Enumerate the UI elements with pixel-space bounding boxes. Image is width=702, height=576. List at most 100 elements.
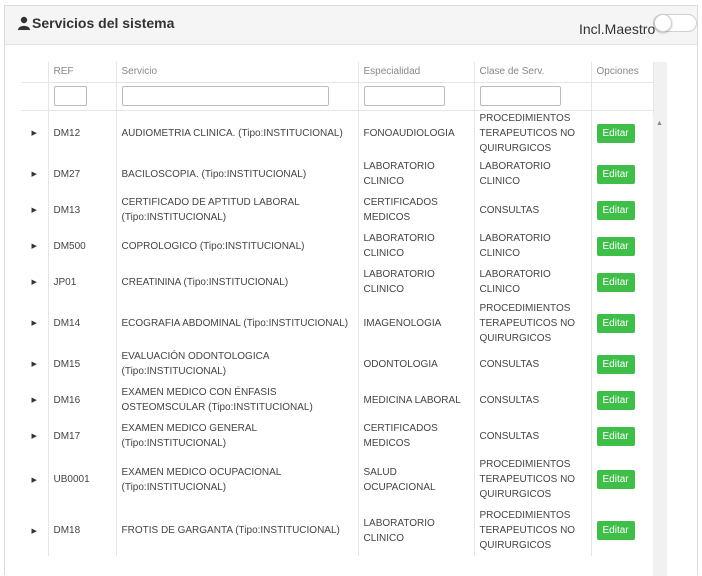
expand-arrow-icon[interactable]: ▶ — [32, 320, 37, 327]
filter-ref-input[interactable] — [53, 86, 87, 106]
expand-row-cell[interactable]: ▶ — [21, 192, 49, 228]
cell-servicio: AUDIOMETRIA CLINICA. (Tipo:INSTITUCIONAL… — [115, 110, 359, 156]
table-row[interactable]: ▶ DM18 FROTIS DE GARGANTA (Tipo:INSTITUCIO… — [21, 505, 667, 556]
cell-clase: LABORATORIO CLINICO — [473, 264, 592, 300]
table-row[interactable]: ▶ DM13 CERTIFICADO DE APTITUD LABORAL (Tip… — [21, 192, 667, 228]
cell-ref: DM16 — [47, 382, 117, 418]
filter-clase-input[interactable] — [479, 86, 561, 106]
cell-ref: DM500 — [47, 228, 117, 264]
header-especialidad[interactable]: Especialidad — [357, 62, 475, 83]
cell-opciones: Editar — [590, 192, 654, 228]
cell-clase: LABORATORIO CLINICO — [473, 228, 592, 264]
expand-arrow-icon[interactable]: ▶ — [32, 528, 37, 535]
table-row[interactable]: ▶ DM27 BACILOSCOPIA. (Tipo:INSTITUCIONAL) L… — [21, 156, 667, 192]
cell-especialidad: CERTIFICADOS MEDICOS — [357, 192, 475, 228]
table-row[interactable]: ▶ DM15 EVALUACIÓN ODONTOLOGICA (Tipo:INSTI… — [21, 346, 667, 382]
header-clase[interactable]: Clase de Serv. — [473, 62, 592, 83]
cell-servicio: FROTIS DE GARGANTA (Tipo:INSTITUCIONAL) — [115, 505, 359, 556]
expand-row-cell[interactable]: ▶ — [21, 418, 49, 454]
expand-row-cell[interactable]: ▶ — [21, 346, 49, 382]
cell-clase: CONSULTAS — [473, 192, 592, 228]
cell-ref: DM18 — [47, 505, 117, 556]
cell-especialidad: LABORATORIO CLINICO — [357, 228, 475, 264]
edit-button[interactable]: Editar — [596, 236, 635, 256]
cell-opciones: Editar — [590, 110, 654, 156]
edit-button[interactable]: Editar — [596, 354, 635, 374]
filter-ref-cell — [47, 82, 117, 111]
edit-button[interactable]: Editar — [596, 313, 635, 333]
table-row[interactable]: ▶ DM17 EXAMEN MEDICO GENERAL (Tipo:INSTITU… — [21, 418, 667, 454]
cell-servicio: BACILOSCOPIA. (Tipo:INSTITUCIONAL) — [115, 156, 359, 192]
table-row[interactable]: ▶ DM500 COPROLOGICO (Tipo:INSTITUCIONAL) LA… — [21, 228, 667, 264]
edit-button[interactable]: Editar — [596, 390, 635, 410]
expand-row-cell[interactable]: ▶ — [21, 110, 49, 156]
cell-especialidad: LABORATORIO CLINICO — [357, 156, 475, 192]
table-row[interactable]: ▶ DM14 ECOGRAFIA ABDOMINAL (Tipo:INSTITUCI… — [21, 300, 667, 346]
panel-title: Servicios del sistema — [17, 15, 174, 31]
cell-especialidad: MEDICINA LABORAL — [357, 382, 475, 418]
expand-arrow-icon[interactable]: ▶ — [32, 279, 37, 286]
services-panel: Servicios del sistema Incl.Maestro REF S… — [4, 5, 698, 576]
table-row[interactable]: ▶ DM12 AUDIOMETRIA CLINICA. (Tipo:INSTITUC… — [21, 110, 667, 156]
table-row[interactable]: ▶ UB0001 EXAMEN MEDICO OCUPACIONAL (Tipo:I… — [21, 454, 667, 505]
cell-ref: DM14 — [47, 300, 117, 346]
edit-button[interactable]: Editar — [596, 521, 635, 540]
edit-button[interactable]: Editar — [596, 470, 635, 489]
expand-row-cell[interactable]: ▶ — [21, 300, 49, 346]
expand-arrow-icon[interactable]: ▶ — [32, 433, 37, 440]
expand-arrow-icon[interactable]: ▶ — [32, 130, 37, 137]
expand-row-cell[interactable]: ▶ — [21, 454, 49, 505]
expand-row-cell[interactable]: ▶ — [21, 156, 49, 192]
cell-opciones: Editar — [590, 505, 654, 556]
cell-ref: DM17 — [47, 418, 117, 454]
header-row: REF Servicio Especialidad Clase de Serv.… — [21, 62, 667, 83]
expand-arrow-icon[interactable]: ▶ — [32, 207, 37, 214]
expand-arrow-icon[interactable]: ▶ — [32, 397, 37, 404]
header-servicio[interactable]: Servicio — [115, 62, 359, 83]
cell-especialidad: LABORATORIO CLINICO — [357, 264, 475, 300]
edit-button[interactable]: Editar — [596, 123, 635, 143]
edit-button[interactable]: Editar — [596, 272, 635, 292]
expand-row-cell[interactable]: ▶ — [21, 264, 49, 300]
expand-row-cell[interactable]: ▶ — [21, 505, 49, 556]
cell-clase: PROCEDIMIENTOS TERAPEUTICOS NO QUIRURGIC… — [473, 505, 592, 556]
cell-especialidad: FONOAUDIOLOGIA — [357, 110, 475, 156]
cell-especialidad: CERTIFICADOS MEDICOS — [357, 418, 475, 454]
toggle-knob[interactable] — [654, 14, 672, 32]
expand-row-cell[interactable]: ▶ — [21, 382, 49, 418]
filter-servicio-input[interactable] — [121, 86, 329, 106]
edit-button[interactable]: Editar — [596, 200, 635, 220]
table-row[interactable]: ▶ DM16 EXAMEN MEDICO CON ÉNFASIS OSTEOMSCU… — [21, 382, 667, 418]
cell-opciones: Editar — [590, 300, 654, 346]
vertical-scrollbar[interactable]: ▲ — [653, 114, 667, 576]
header-opciones: Opciones — [590, 62, 654, 83]
expand-arrow-icon[interactable]: ▶ — [32, 171, 37, 178]
cell-ref: UB0001 — [47, 454, 117, 505]
table-row[interactable]: ▶ JP01 CREATININA (Tipo:INSTITUCIONAL) LABO… — [21, 264, 667, 300]
filter-servicio-cell — [115, 82, 359, 111]
filter-clase-cell — [473, 82, 592, 111]
cell-especialidad: ODONTOLOGIA — [357, 346, 475, 382]
cell-clase: CONSULTAS — [473, 382, 592, 418]
cell-clase: LABORATORIO CLINICO — [473, 156, 592, 192]
expand-arrow-icon[interactable]: ▶ — [32, 243, 37, 250]
expand-arrow-icon[interactable]: ▶ — [32, 477, 37, 484]
cell-especialidad: SALUD OCUPACIONAL — [357, 454, 475, 505]
user-icon — [17, 16, 31, 30]
scroll-up-arrow-icon[interactable]: ▲ — [656, 120, 663, 127]
edit-button[interactable]: Editar — [596, 164, 635, 184]
edit-button[interactable]: Editar — [596, 426, 635, 446]
cell-servicio: EXAMEN MEDICO OCUPACIONAL (Tipo:INSTITUC… — [115, 454, 359, 505]
filter-especialidad-input[interactable] — [363, 86, 445, 106]
scroll-gutter — [653, 82, 667, 110]
header-ref[interactable]: REF — [47, 62, 117, 83]
cell-clase: PROCEDIMIENTOS TERAPEUTICOS NO QUIRURGIC… — [473, 300, 592, 346]
incl-maestro-toggle[interactable] — [653, 14, 697, 32]
services-table: REF Servicio Especialidad Clase de Serv.… — [21, 62, 667, 556]
cell-servicio: EXAMEN MEDICO CON ÉNFASIS OSTEOMSCULAR (… — [115, 382, 359, 418]
cell-servicio: ECOGRAFIA ABDOMINAL (Tipo:INSTITUCIONAL) — [115, 300, 359, 346]
filter-especialidad-cell — [357, 82, 475, 111]
expand-row-cell[interactable]: ▶ — [21, 228, 49, 264]
expand-arrow-icon[interactable]: ▶ — [32, 361, 37, 368]
cell-ref: JP01 — [47, 264, 117, 300]
